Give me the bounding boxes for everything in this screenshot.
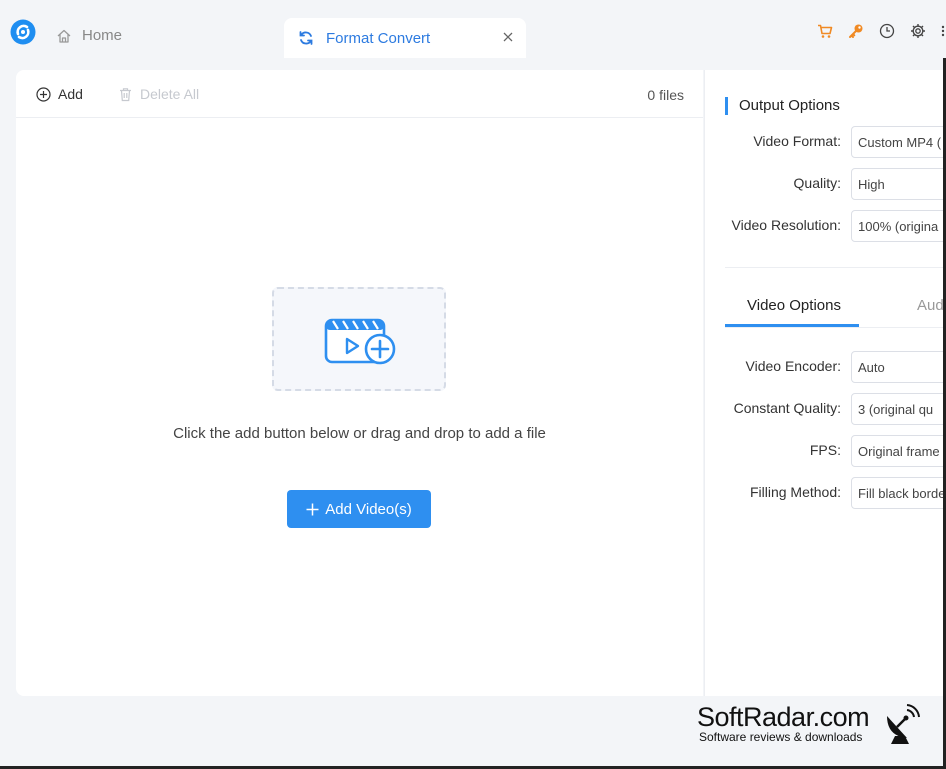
divider xyxy=(725,267,946,268)
video-format-row: Video Format: Custom MP4 ( xyxy=(705,126,946,158)
add-circle-icon xyxy=(36,86,51,102)
filling-method-select[interactable]: Fill black borde xyxy=(851,477,946,509)
quality-select[interactable]: High xyxy=(851,168,946,200)
cart-icon[interactable] xyxy=(817,23,833,39)
filling-method-row: Filling Method: Fill black borde xyxy=(705,477,946,509)
add-videos-button[interactable]: Add Video(s) xyxy=(287,490,431,528)
home-icon xyxy=(57,29,71,43)
delete-all-button[interactable]: Delete All xyxy=(118,86,199,102)
constant-quality-select[interactable]: 3 (original qu xyxy=(851,393,946,425)
satellite-dish-icon xyxy=(887,704,920,744)
delete-all-label: Delete All xyxy=(140,86,200,102)
key-icon[interactable] xyxy=(848,23,864,39)
active-tab-indicator xyxy=(725,324,859,327)
add-button[interactable]: Add xyxy=(36,86,83,102)
watermark: SoftRadar.com Software reviews & downloa… xyxy=(697,702,946,750)
video-encoder-select[interactable]: Auto xyxy=(851,351,946,383)
quality-row: Quality: High xyxy=(705,168,946,200)
video-format-select[interactable]: Custom MP4 ( xyxy=(851,126,946,158)
resolution-row: Video Resolution: 100% (origina xyxy=(705,210,946,242)
options-panel: Output Options Video Format: Custom MP4 … xyxy=(704,70,946,696)
video-encoder-label: Video Encoder: xyxy=(745,358,841,374)
close-icon[interactable] xyxy=(500,29,516,45)
tab-home[interactable]: Home xyxy=(56,27,122,44)
more-icon[interactable] xyxy=(940,23,946,39)
tab-format-convert-label: Format Convert xyxy=(326,29,431,47)
output-options-title: Output Options xyxy=(725,97,840,115)
add-videos-label: Add Video(s) xyxy=(325,500,412,518)
refresh-icon xyxy=(299,31,313,45)
resolution-select[interactable]: 100% (origina xyxy=(851,210,946,242)
resolution-label: Video Resolution: xyxy=(731,217,841,233)
watermark-title: SoftRadar.com xyxy=(697,702,870,732)
filling-method-label: Filling Method: xyxy=(749,484,841,500)
fps-label: FPS: xyxy=(809,442,841,458)
history-icon[interactable] xyxy=(879,23,895,39)
file-list-panel: Add Delete All 0 files Click the add but… xyxy=(16,70,703,696)
constant-quality-row: Constant Quality: 3 (original qu xyxy=(705,393,946,425)
tab-home-label: Home xyxy=(82,27,123,44)
video-encoder-row: Video Encoder: Auto xyxy=(705,351,946,383)
gear-icon[interactable] xyxy=(910,23,926,39)
watermark-subtitle: Software reviews & downloads xyxy=(699,730,863,744)
app-logo-icon xyxy=(10,19,36,45)
plus-icon xyxy=(306,503,319,515)
add-video-icon xyxy=(324,318,396,365)
add-button-label: Add xyxy=(58,86,83,102)
tab-video-options[interactable]: Video Options xyxy=(747,297,841,314)
title-bar: Home Format Convert xyxy=(0,0,946,58)
constant-quality-label: Constant Quality: xyxy=(733,400,841,416)
tab-format-convert[interactable]: Format Convert xyxy=(284,18,526,58)
tab-audio-options[interactable]: Audi xyxy=(917,297,946,314)
drop-hint: Click the add button below or drag and d… xyxy=(173,425,546,442)
file-count: 0 files xyxy=(647,87,684,103)
fps-row: FPS: Original frame xyxy=(705,435,946,467)
drop-zone[interactable] xyxy=(272,287,446,391)
trash-icon xyxy=(120,87,131,101)
options-subtabs: Video Options Audi xyxy=(725,295,946,328)
file-toolbar: Add Delete All 0 files xyxy=(16,70,703,118)
video-format-label: Video Format: xyxy=(753,133,841,149)
quality-label: Quality: xyxy=(793,175,841,191)
fps-select[interactable]: Original frame xyxy=(851,435,946,467)
